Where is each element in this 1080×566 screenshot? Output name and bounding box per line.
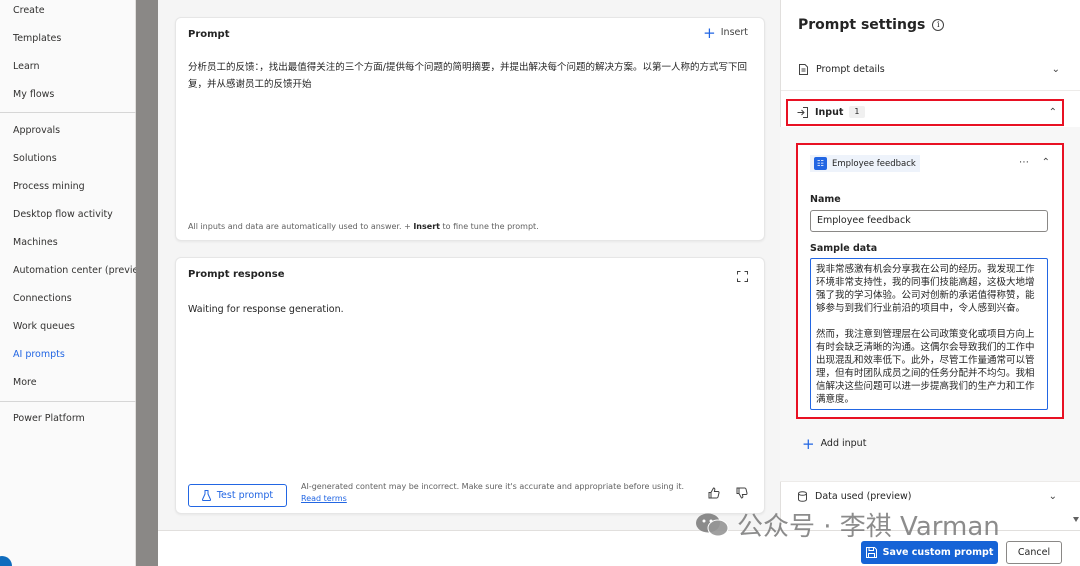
prompt-details-row[interactable]: Prompt details ⌄ xyxy=(798,64,1060,75)
add-input-button[interactable]: + Add input xyxy=(802,434,867,453)
input-count-badge: 1 xyxy=(849,106,865,118)
read-terms-link[interactable]: Read terms xyxy=(301,493,684,505)
footnote-post: to fine tune the prompt. xyxy=(442,222,539,231)
nav-item-machines[interactable]: Machines xyxy=(13,237,58,248)
nav-item-desktop-flow-activity[interactable]: Desktop flow activity xyxy=(13,209,113,220)
chevron-down-icon: ⌄ xyxy=(1048,491,1057,502)
nav-item-learn[interactable]: Learn xyxy=(13,61,40,72)
nav-item-create[interactable]: Create xyxy=(13,5,45,16)
insert-button[interactable]: + Insert xyxy=(703,23,748,42)
name-input[interactable]: Employee feedback xyxy=(810,210,1048,232)
overlay-strip xyxy=(136,0,158,566)
input-chip-label: Employee feedback xyxy=(832,158,916,169)
collapse-chevron-icon[interactable]: ⌃ xyxy=(1042,157,1050,168)
nav-item-approvals[interactable]: Approvals xyxy=(13,125,60,136)
scroll-down-arrow[interactable] xyxy=(1073,517,1079,522)
divider xyxy=(781,90,1080,91)
nav-item-my-flows[interactable]: My flows xyxy=(13,89,54,100)
flask-icon xyxy=(201,490,211,501)
data-used-label: Data used (preview) xyxy=(815,491,912,502)
watermark-text: 公众号 · 李祺 Varman xyxy=(737,512,1000,542)
response-card: Prompt response Waiting for response gen… xyxy=(175,257,765,514)
cancel-button[interactable]: Cancel xyxy=(1006,541,1062,564)
prompt-card: Prompt + Insert 分析员工的反馈：，找出最值得关注的三个方面/提供… xyxy=(175,17,765,241)
plus-icon: + xyxy=(802,434,815,453)
insert-label: Insert xyxy=(720,27,748,38)
employee-feedback-input-card: ☷ Employee feedback ⋯ ⌃ Name Employee fe… xyxy=(796,143,1064,419)
input-row[interactable]: Input 1 ⌃ xyxy=(797,106,1057,118)
ai-disclaimer: AI-generated content may be incorrect. M… xyxy=(301,481,684,505)
document-icon xyxy=(799,64,808,75)
disclaimer-text: AI-generated content may be incorrect. M… xyxy=(301,482,685,491)
nav-item-automation-center[interactable]: Automation center (previe... xyxy=(13,265,147,276)
database-icon xyxy=(798,491,807,502)
response-text: Waiting for response generation. xyxy=(188,304,344,315)
add-input-label: Add input xyxy=(820,438,867,449)
footnote-insert: Insert xyxy=(413,222,440,231)
input-chip: ☷ Employee feedback xyxy=(810,155,920,172)
chevron-down-icon: ⌄ xyxy=(1051,64,1060,75)
prompt-title: Prompt xyxy=(188,29,230,40)
thumbs-up-icon[interactable] xyxy=(708,487,720,499)
sign-in-icon xyxy=(797,106,808,118)
help-bubble[interactable] xyxy=(0,556,12,566)
prompt-footnote: All inputs and data are automatically us… xyxy=(188,222,539,231)
nav-divider xyxy=(0,401,136,402)
prompt-text[interactable]: 分析员工的反馈：，找出最值得关注的三个方面/提供每个问题的简明摘要，并提出解决每… xyxy=(188,59,756,93)
save-icon xyxy=(865,547,877,558)
nav-item-more[interactable]: More xyxy=(13,377,37,388)
nav-item-ai-prompts[interactable]: AI prompts xyxy=(13,349,65,360)
save-label: Save custom prompt xyxy=(882,547,994,558)
test-prompt-label: Test prompt xyxy=(216,490,274,501)
thumbs-down-icon[interactable] xyxy=(736,487,748,499)
prompt-details-label: Prompt details xyxy=(816,64,885,75)
main-area: Prompt + Insert 分析员工的反馈：，找出最值得关注的三个方面/提供… xyxy=(158,0,780,566)
footnote-pre: All inputs and data are automatically us… xyxy=(188,222,411,231)
settings-title: Prompt settings xyxy=(798,17,926,33)
nav-item-connections[interactable]: Connections xyxy=(13,293,72,304)
left-nav: Create Templates Learn My flows Approval… xyxy=(0,0,147,566)
nav-item-work-queues[interactable]: Work queues xyxy=(13,321,75,332)
sample-data-textarea[interactable]: 我非常感激有机会分享我在公司的经历。我发现工作环境非常支持性，我的同事们技能高超… xyxy=(810,258,1048,410)
wechat-watermark: 公众号 · 李祺 Varman xyxy=(695,506,1000,543)
divider xyxy=(780,481,1080,482)
sample-paragraph-1: 我非常感激有机会分享我在公司的经历。我发现工作环境非常支持性，我的同事们技能高超… xyxy=(816,264,1035,314)
input-label: Input xyxy=(815,106,844,118)
save-custom-prompt-button[interactable]: Save custom prompt xyxy=(861,541,998,564)
wechat-logo-icon xyxy=(696,513,729,536)
nav-item-process-mining[interactable]: Process mining xyxy=(13,181,85,192)
nav-item-templates[interactable]: Templates xyxy=(13,33,61,44)
nav-item-power-platform[interactable]: Power Platform xyxy=(13,413,85,424)
nav-item-solutions[interactable]: Solutions xyxy=(13,153,57,164)
nav-divider xyxy=(0,112,136,113)
more-options-icon[interactable]: ⋯ xyxy=(1019,157,1030,168)
response-title: Prompt response xyxy=(188,269,285,280)
info-icon[interactable]: i xyxy=(932,19,945,31)
test-prompt-button[interactable]: Test prompt xyxy=(188,484,287,507)
data-used-row[interactable]: Data used (preview) ⌄ xyxy=(797,491,1057,502)
chevron-up-icon: ⌃ xyxy=(1048,106,1057,118)
expand-icon[interactable] xyxy=(737,271,748,282)
name-label: Name xyxy=(810,194,841,205)
input-type-icon: ☷ xyxy=(814,157,827,170)
plus-icon: + xyxy=(703,23,716,42)
settings-title-row: Prompt settings i xyxy=(798,17,945,33)
sample-data-label: Sample data xyxy=(810,243,878,254)
sample-paragraph-2: 然而，我注意到管理层在公司政策变化或项目方向上有时会缺乏清晰的沟通。这偶尔会导致… xyxy=(816,329,1035,405)
